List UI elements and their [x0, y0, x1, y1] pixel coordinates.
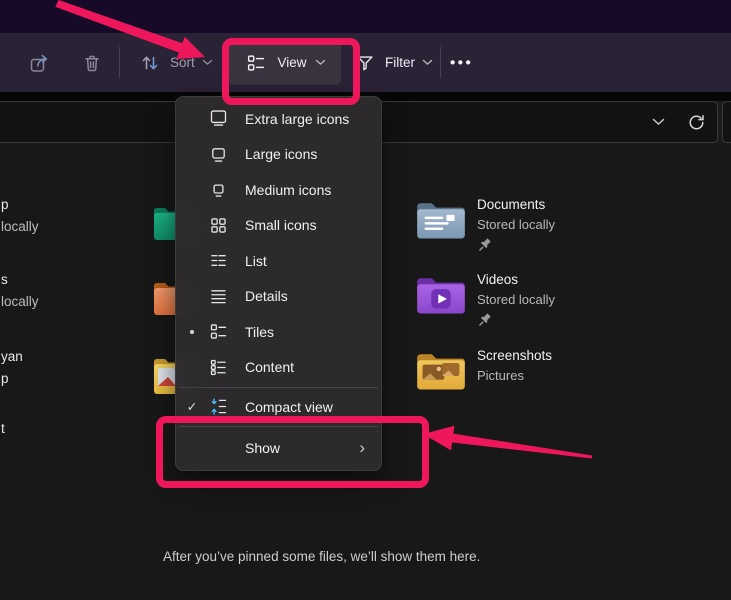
view-dropdown-menu: Extra large icons Large icons Medium icons…	[175, 96, 382, 471]
menu-item-label: Compact view	[245, 399, 333, 415]
details-icon	[207, 285, 229, 307]
tiles-icon	[207, 321, 229, 343]
toolbar-divider	[440, 47, 441, 78]
delete-icon[interactable]	[79, 50, 105, 76]
menu-separator	[179, 426, 378, 427]
menu-item-large-icons[interactable]: Large icons	[176, 137, 381, 173]
refresh-icon[interactable]	[684, 110, 708, 134]
pinned-tile-screenshots[interactable]: Screenshots Pictures	[415, 347, 552, 393]
menu-item-label: Extra large icons	[245, 111, 349, 127]
tile-title: Documents	[477, 197, 555, 212]
menu-icon-empty	[207, 437, 229, 459]
cut-off-tile-text: locally	[1, 219, 39, 234]
menu-item-label: Large icons	[245, 146, 317, 162]
cut-off-tile-text: s	[1, 272, 8, 287]
menu-item-label: Small icons	[245, 217, 317, 233]
menu-item-extra-large-icons[interactable]: Extra large icons	[176, 101, 381, 137]
menu-item-label: Details	[245, 288, 288, 304]
toolbar-divider	[119, 47, 120, 78]
menu-item-content[interactable]: Content	[176, 350, 381, 386]
extra-large-icons-icon	[207, 108, 229, 130]
search-box-partial[interactable]	[722, 101, 731, 143]
menu-item-label: List	[245, 253, 267, 269]
medium-icons-icon	[207, 179, 229, 201]
tile-text: Videos Stored locally	[477, 271, 555, 327]
compact-view-icon	[207, 396, 229, 418]
sort-icon	[137, 50, 163, 76]
menu-marker-check-icon: ✓	[184, 399, 200, 414]
address-dropdown-chevron-icon[interactable]	[646, 110, 670, 134]
menu-item-medium-icons[interactable]: Medium icons	[176, 172, 381, 208]
cut-off-tile-text: locally	[1, 294, 39, 309]
sort-label: Sort	[170, 55, 195, 70]
tile-text: Documents Stored locally	[477, 196, 555, 252]
folder-icon-screenshots	[415, 347, 467, 393]
cut-off-tile-text: yan	[1, 349, 23, 364]
view-button[interactable]: View	[228, 40, 341, 85]
cut-off-tile-text: t	[1, 421, 5, 436]
tile-subtitle: Stored locally	[477, 217, 555, 232]
filter-label: Filter	[385, 55, 415, 70]
menu-item-tiles[interactable]: Tiles	[176, 314, 381, 350]
file-explorer-window: Sort View Filter	[0, 0, 731, 600]
view-icon	[243, 50, 269, 76]
menu-item-compact-view[interactable]: ✓ Compact view	[176, 389, 381, 425]
share-icon[interactable]	[27, 50, 53, 76]
pinned-tile-videos[interactable]: Videos Stored locally	[415, 271, 555, 327]
title-bar	[0, 0, 731, 33]
menu-item-show[interactable]: Show ›	[176, 429, 381, 467]
tile-text: Screenshots Pictures	[477, 347, 552, 393]
tile-title: Screenshots	[477, 348, 552, 363]
menu-item-small-icons[interactable]: Small icons	[176, 208, 381, 244]
menu-separator	[179, 387, 378, 388]
tile-subtitle: Pictures	[477, 368, 552, 383]
menu-marker-bullet-icon	[184, 330, 200, 335]
pin-icon	[478, 312, 493, 327]
large-icons-icon	[207, 143, 229, 165]
folder-icon-documents	[415, 196, 467, 242]
cut-off-tile-text: p	[1, 197, 9, 212]
bullet-dot	[190, 330, 195, 335]
folder-icon-videos	[415, 271, 467, 317]
chevron-down-icon	[315, 59, 326, 66]
more-options-button[interactable]: •••	[450, 54, 473, 71]
content-icon	[207, 356, 229, 378]
annotation-arrow-show	[423, 426, 592, 459]
menu-item-label: Tiles	[245, 324, 274, 340]
chevron-right-icon: ›	[359, 439, 371, 456]
pinned-tile-documents[interactable]: Documents Stored locally	[415, 196, 555, 252]
tile-title: Videos	[477, 272, 555, 287]
menu-item-details[interactable]: Details	[176, 279, 381, 315]
command-toolbar: Sort View Filter	[0, 33, 731, 92]
pinned-empty-hint: After you’ve pinned some files, we’ll sh…	[163, 549, 480, 564]
pin-icon	[478, 237, 493, 252]
filter-button[interactable]: Filter	[352, 50, 433, 76]
chevron-down-icon	[202, 59, 213, 66]
chevron-down-icon	[422, 59, 433, 66]
menu-item-label: Medium icons	[245, 182, 331, 198]
view-label: View	[277, 55, 306, 70]
sort-button[interactable]: Sort	[137, 50, 213, 76]
cut-off-tile-text: p	[1, 371, 9, 386]
list-icon	[207, 250, 229, 272]
tile-subtitle: Stored locally	[477, 292, 555, 307]
small-icons-icon	[207, 214, 229, 236]
menu-item-label: Show	[245, 440, 280, 456]
menu-item-label: Content	[245, 359, 294, 375]
filter-icon	[352, 50, 378, 76]
menu-item-list[interactable]: List	[176, 243, 381, 279]
